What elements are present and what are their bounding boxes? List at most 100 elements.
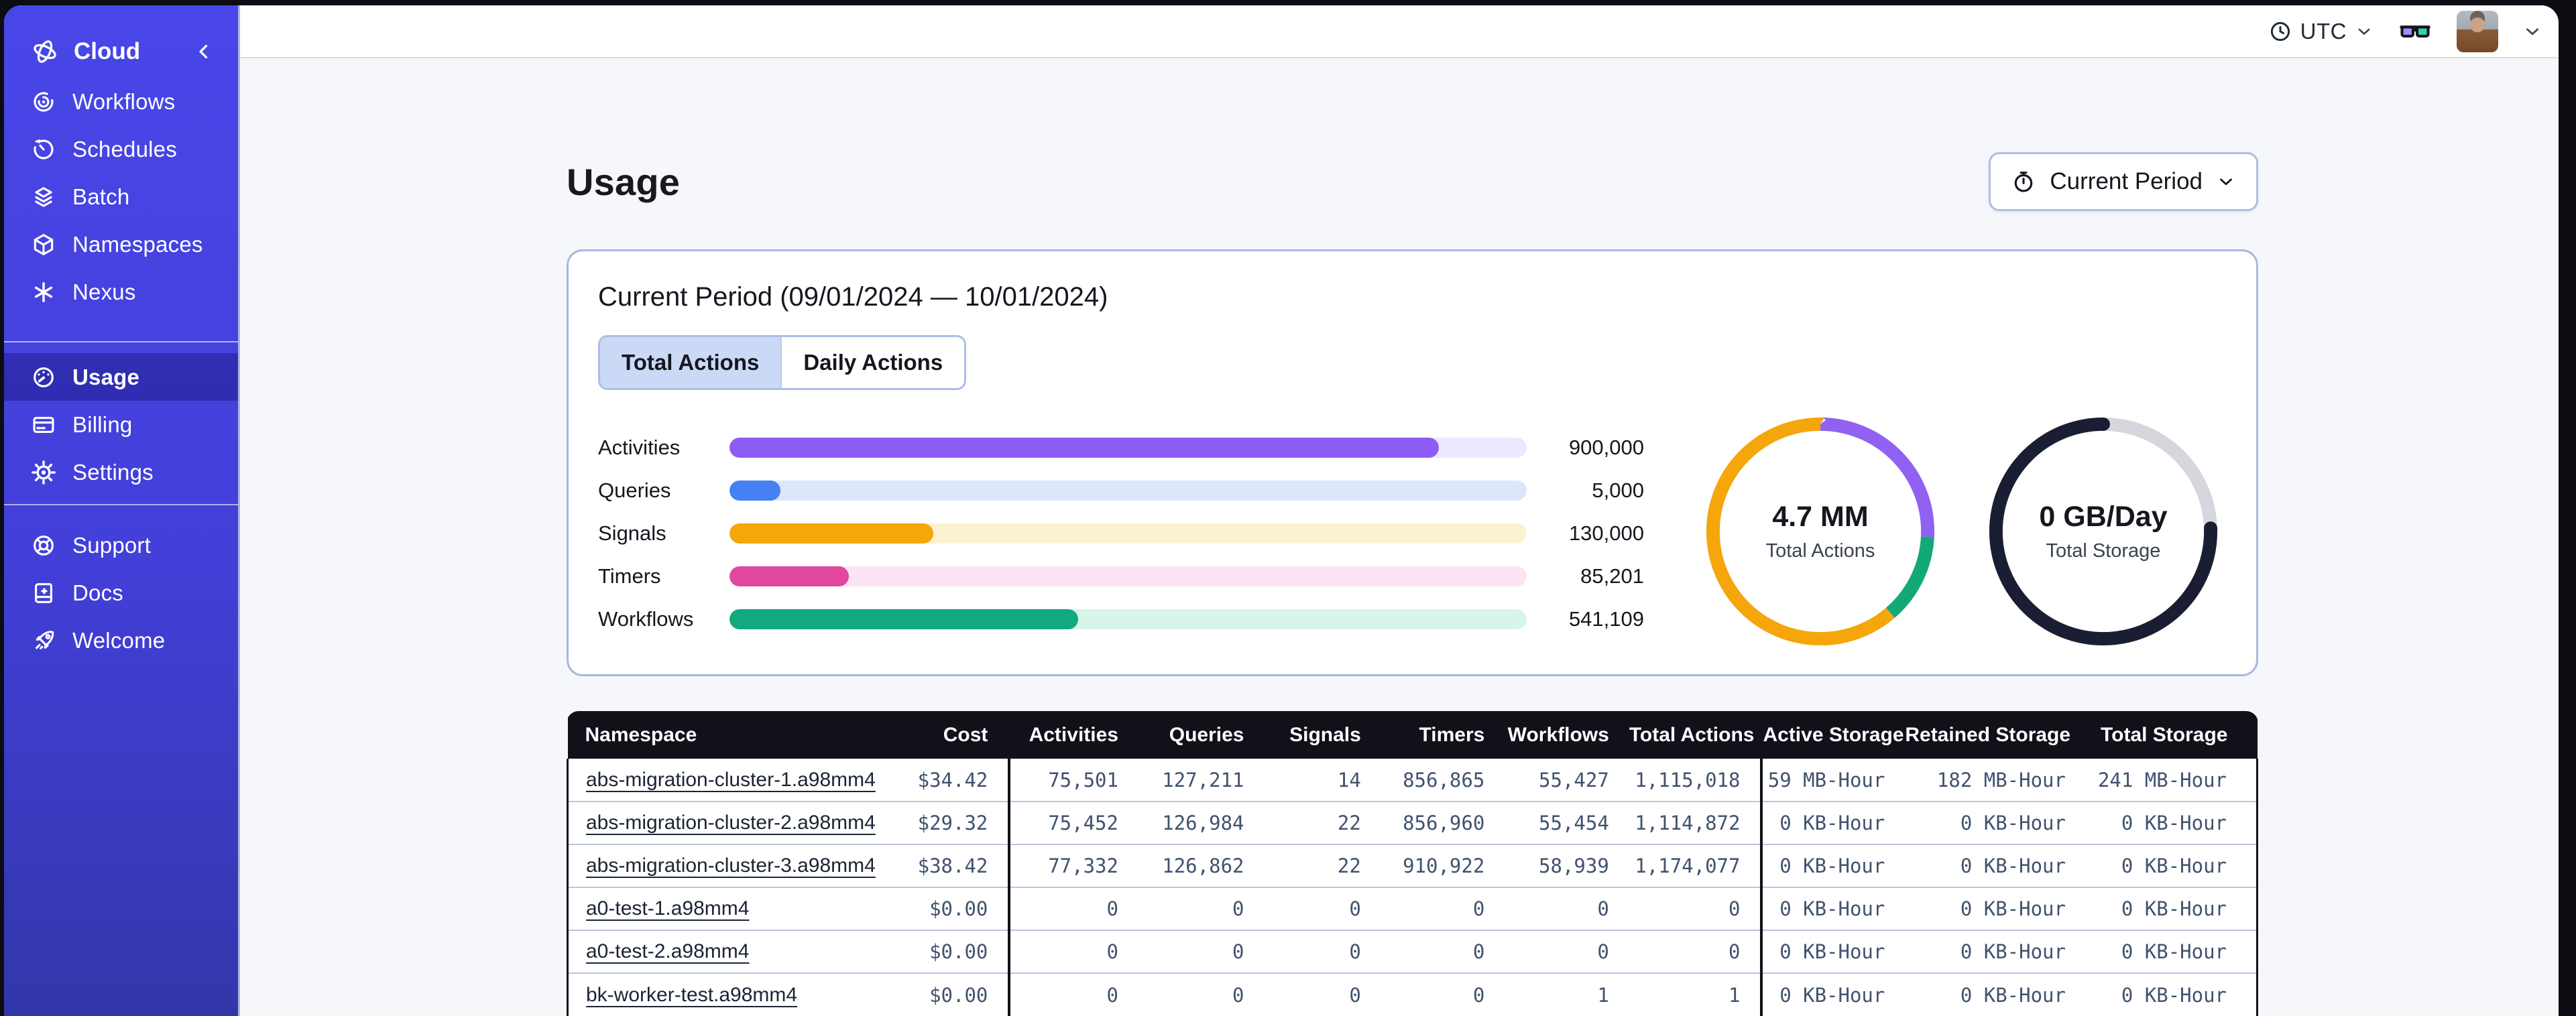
sidebar-nav: Workflows Schedules Batch Namespaces Nexus Us… (4, 78, 238, 664)
value-cell: 0 (1138, 972, 1265, 1016)
bar-value: 5,000 (1592, 479, 1644, 502)
value-cell: $0.00 (880, 930, 1010, 973)
value-cell: 55,427 (1505, 759, 1629, 802)
sidebar-item-label: Usage (72, 364, 140, 389)
namespace-link[interactable]: abs-migration-cluster-1.a98mm4 (586, 769, 876, 791)
sidebar-item-welcome[interactable]: Welcome (4, 617, 238, 664)
donut-value: 4.7 MM (1772, 501, 1869, 533)
value-cell: $0.00 (880, 887, 1010, 930)
namespace-link[interactable]: a0-test-1.a98mm4 (586, 897, 749, 919)
namespace-link[interactable]: abs-migration-cluster-2.a98mm4 (586, 812, 876, 834)
value-cell: 0 (1008, 972, 1138, 1016)
bar-track (729, 566, 1527, 586)
temporal-logo-icon (31, 38, 59, 66)
sidebar-item-namespaces[interactable]: Namespaces (4, 220, 238, 268)
bar-row-timers: Timers 85,201 (598, 555, 1644, 598)
sidebar-item-label: Billing (72, 411, 133, 437)
sidebar-item-support[interactable]: Support (4, 521, 238, 569)
value-cell: 0 (1505, 887, 1629, 930)
main-area: UTC Usage Current Period Current Period … (240, 5, 2559, 1016)
timezone-selector[interactable]: UTC (2268, 19, 2374, 44)
period-select-button[interactable]: Current Period (1989, 152, 2258, 211)
value-cell: $0.00 (880, 972, 1010, 1016)
bar-label: Signals (598, 521, 666, 545)
labs-glasses-icon[interactable] (2398, 14, 2433, 49)
bar-label: Queries (598, 479, 671, 502)
value-cell: 0 (1138, 887, 1265, 930)
chevron-left-icon[interactable] (192, 40, 215, 63)
value-cell: 856,865 (1381, 759, 1505, 802)
value-cell: 0 (1629, 930, 1762, 973)
column-header-workflows: Workflows (1505, 711, 1629, 759)
usage-period-card: Current Period (09/01/2024 — 10/01/2024)… (567, 249, 2258, 676)
sidebar-item-label: Namespaces (72, 231, 203, 257)
value-cell: 0 KB-Hour (2085, 844, 2258, 887)
value-cell: 0 KB-Hour (1905, 930, 2086, 973)
sidebar-item-batch[interactable]: Batch (4, 173, 238, 220)
bar-value: 900,000 (1568, 436, 1644, 459)
sidebar-item-nexus[interactable]: Nexus (4, 268, 238, 316)
bar-fill (729, 481, 781, 501)
sidebar-item-settings[interactable]: Settings (4, 448, 238, 496)
value-cell: 14 (1264, 759, 1381, 802)
bar-row-signals: Signals 130,000 (598, 512, 1644, 555)
sidebar-item-workflows[interactable]: Workflows (4, 78, 238, 125)
table-row: abs-migration-cluster-3.a98mm4 $38.42 77,3… (567, 844, 2258, 887)
value-cell: 0 KB-Hour (2085, 930, 2258, 973)
sidebar-item-usage[interactable]: Usage (4, 353, 238, 401)
namespace-cell: a0-test-2.a98mm4 (567, 930, 880, 973)
namespace-cell: abs-migration-cluster-2.a98mm4 (567, 801, 880, 844)
column-header-cost: Cost (880, 711, 1010, 759)
namespace-link[interactable]: bk-worker-test.a98mm4 (586, 984, 797, 1006)
welcome-icon (31, 628, 56, 653)
sidebar-item-billing[interactable]: Billing (4, 401, 238, 448)
value-cell: 77,332 (1008, 844, 1138, 887)
tab-daily-actions[interactable]: Daily Actions (780, 337, 965, 388)
value-cell: 0 KB-Hour (1905, 844, 2086, 887)
sidebar-item-schedules[interactable]: Schedules (4, 125, 238, 173)
donut-total-storage: 0 GB/Day Total Storage (1983, 411, 2224, 652)
sidebar-item-docs[interactable]: Docs (4, 569, 238, 617)
sidebar-item-label: Welcome (72, 627, 166, 653)
clock-icon (2268, 19, 2292, 44)
avatar[interactable] (2457, 10, 2498, 52)
value-cell: 0 KB-Hour (2085, 801, 2258, 844)
value-cell: 1,114,872 (1629, 801, 1762, 844)
sidebar-item-label: Settings (72, 459, 154, 485)
tab-total-actions[interactable]: Total Actions (600, 337, 781, 388)
value-cell: 0 KB-Hour (1760, 801, 1906, 844)
value-cell: 1 (1505, 972, 1629, 1016)
value-cell: 241 MB-Hour (2085, 759, 2258, 802)
bar-row-workflows: Workflows 541,109 (598, 598, 1644, 641)
table-row: bk-worker-test.a98mm4 $0.00 0 0 0 0 1 1 0 KB-Hou… (567, 972, 2258, 1016)
bar-track (729, 523, 1527, 544)
sidebar-item-label: Nexus (72, 279, 136, 304)
nexus-icon (31, 279, 56, 305)
content: Usage Current Period Current Period (09/… (240, 58, 2559, 1016)
value-cell: 0 KB-Hour (1760, 887, 1906, 930)
donut-center-text: 4.7 MM Total Actions (1700, 411, 1941, 652)
table-row: a0-test-2.a98mm4 $0.00 0 0 0 0 0 0 0 KB-Hour 0 KB… (567, 930, 2258, 973)
table-row: abs-migration-cluster-1.a98mm4 $34.42 75,5… (567, 759, 2258, 802)
column-header-total-actions: Total Actions (1629, 711, 1762, 759)
user-menu-chevron-down-icon[interactable] (2522, 21, 2542, 42)
value-cell: 127,211 (1138, 759, 1265, 802)
value-cell: 1,115,018 (1629, 759, 1762, 802)
value-cell: 0 (1264, 972, 1381, 1016)
bar-fill (729, 438, 1440, 458)
value-cell: 0 KB-Hour (1905, 887, 2086, 930)
donut-total-actions: 4.7 MM Total Actions (1700, 411, 1941, 652)
value-cell: 0 (1138, 930, 1265, 973)
sidebar-item-label: Docs (72, 580, 123, 605)
value-cell: 59 MB-Hour (1760, 759, 1906, 802)
namespace-link[interactable]: abs-migration-cluster-3.a98mm4 (586, 854, 876, 877)
column-header-timers: Timers (1381, 711, 1505, 759)
sidebar-item-label: Schedules (72, 136, 177, 162)
support-icon (31, 533, 56, 558)
value-cell: 0 KB-Hour (2085, 887, 2258, 930)
value-cell: 55,454 (1505, 801, 1629, 844)
namespace-cell: abs-migration-cluster-3.a98mm4 (567, 844, 880, 887)
sidebar-divider (4, 341, 238, 342)
namespace-link[interactable]: a0-test-2.a98mm4 (586, 940, 749, 962)
chevron-down-icon (2216, 172, 2236, 192)
